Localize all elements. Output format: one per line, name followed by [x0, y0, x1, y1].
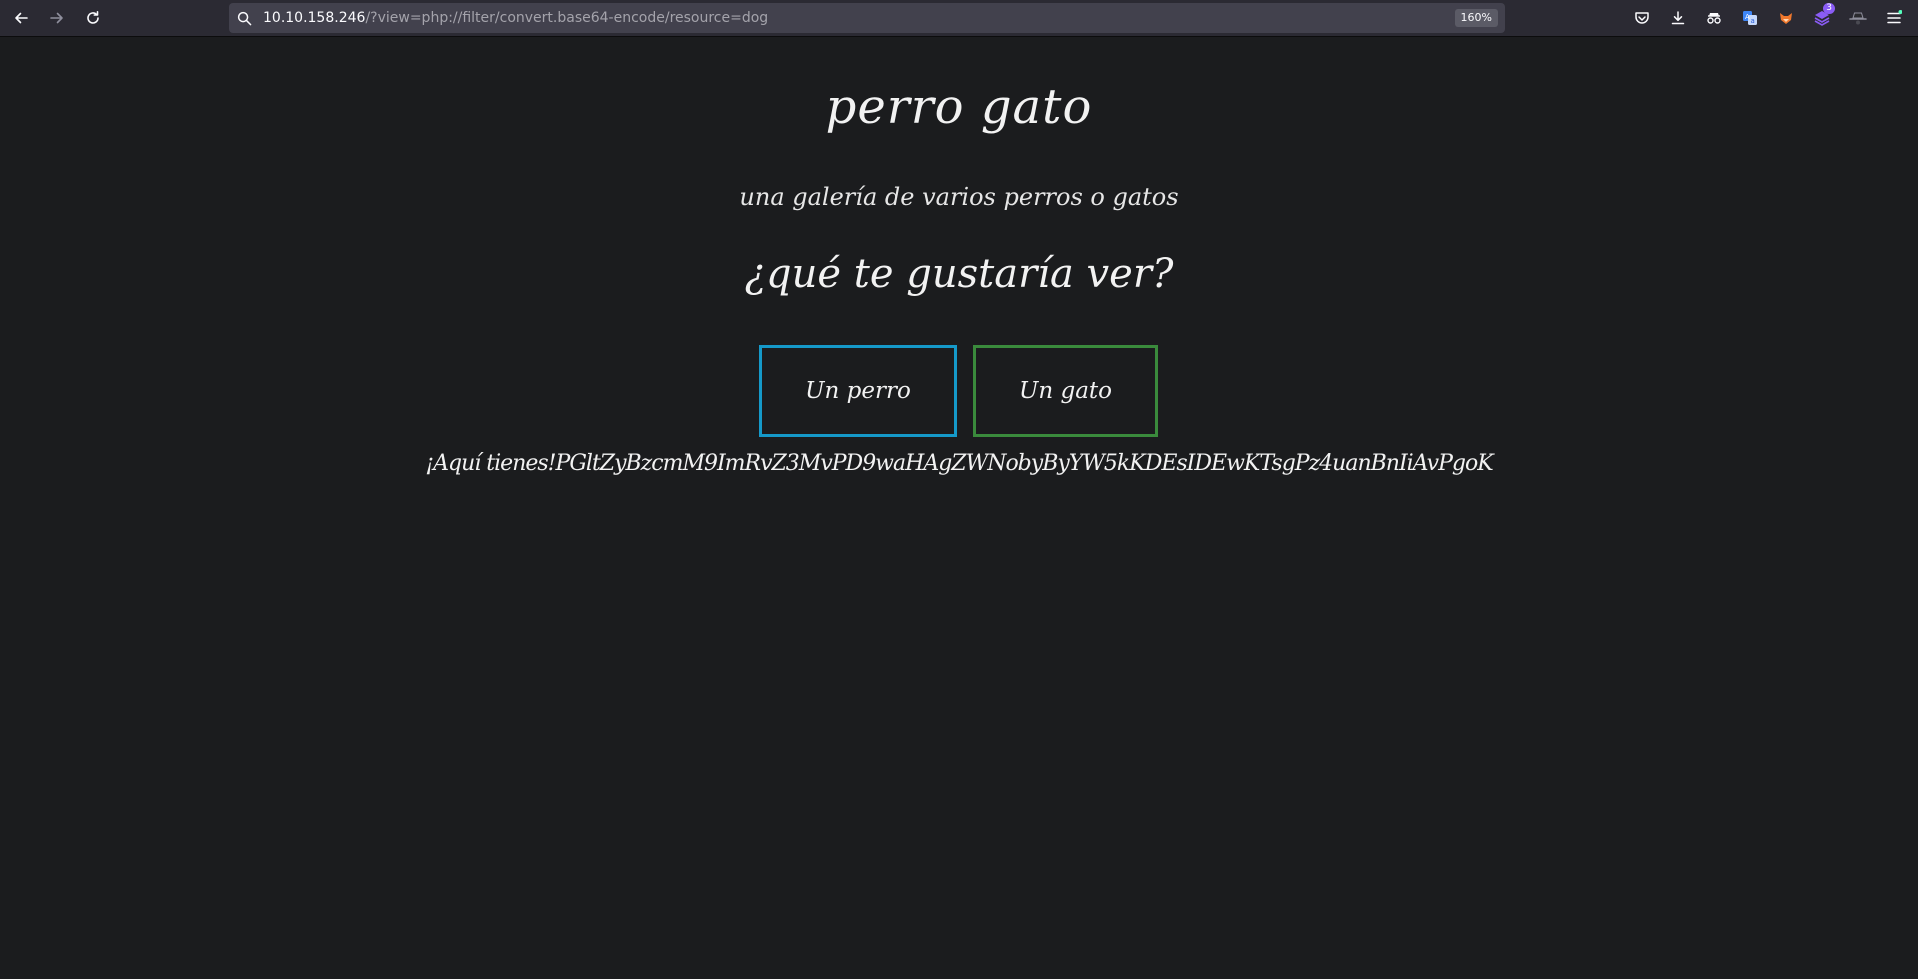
result-prefix: ¡Aquí tienes!: [425, 451, 556, 476]
back-arrow-icon: [15, 12, 28, 24]
extension-fox-button[interactable]: [1775, 7, 1797, 29]
extension-stack-button[interactable]: 3: [1811, 3, 1835, 29]
url-path: /?view=php://filter/convert.base64-encod…: [365, 10, 769, 26]
svg-text:A: A: [1745, 13, 1750, 21]
extension-hacker-button[interactable]: [1847, 7, 1869, 29]
reload-button[interactable]: [80, 5, 106, 31]
downloads-button[interactable]: [1667, 7, 1689, 29]
zoom-level-button[interactable]: 160%: [1454, 9, 1498, 27]
fox-extension-icon: [1780, 13, 1792, 24]
base64-output: PGltZyBzcmM9ImRvZ3MvPD9waHAgZWNobyByYW5k…: [555, 451, 1494, 476]
question-heading: ¿qué te gustaría ver?: [744, 251, 1174, 297]
address-bar[interactable]: 10.10.158.246/?view=php://filter/convert…: [229, 3, 1505, 33]
hacker-hat-icon: [1849, 12, 1867, 25]
reload-icon: [87, 11, 99, 24]
app-menu-button[interactable]: [1883, 7, 1905, 29]
page-content: perro gato una galería de varios perros …: [0, 37, 1918, 979]
download-icon: [1671, 11, 1685, 25]
page-subtitle: una galería de varios perros o gatos: [739, 183, 1179, 211]
extension-translate-button[interactable]: A a: [1739, 7, 1761, 29]
svg-text:a: a: [1751, 17, 1755, 25]
search-icon: [237, 11, 252, 26]
hamburger-menu-icon: [1887, 10, 1902, 24]
page-title: perro gato: [825, 79, 1093, 135]
url-host: 10.10.158.246: [263, 10, 366, 26]
translate-icon: A a: [1743, 11, 1757, 25]
back-button[interactable]: [8, 5, 34, 31]
pocket-icon: [1635, 12, 1649, 24]
extension-badge-count: 3: [1823, 3, 1835, 14]
result-text: ¡Aquí tienes!PGltZyBzcmM9ImRvZ3MvPD9waHA…: [0, 449, 1918, 479]
forward-button[interactable]: [44, 5, 70, 31]
dog-button[interactable]: Un perro: [759, 345, 957, 437]
extension-spy-button[interactable]: [1703, 7, 1725, 29]
spy-glasses-icon: [1707, 13, 1721, 24]
cat-button[interactable]: Un gato: [973, 345, 1158, 437]
pocket-button[interactable]: [1631, 7, 1653, 29]
forward-arrow-icon: [50, 12, 63, 24]
url-text[interactable]: 10.10.158.246/?view=php://filter/convert…: [263, 10, 768, 26]
browser-toolbar: 10.10.158.246/?view=php://filter/convert…: [0, 0, 1918, 37]
